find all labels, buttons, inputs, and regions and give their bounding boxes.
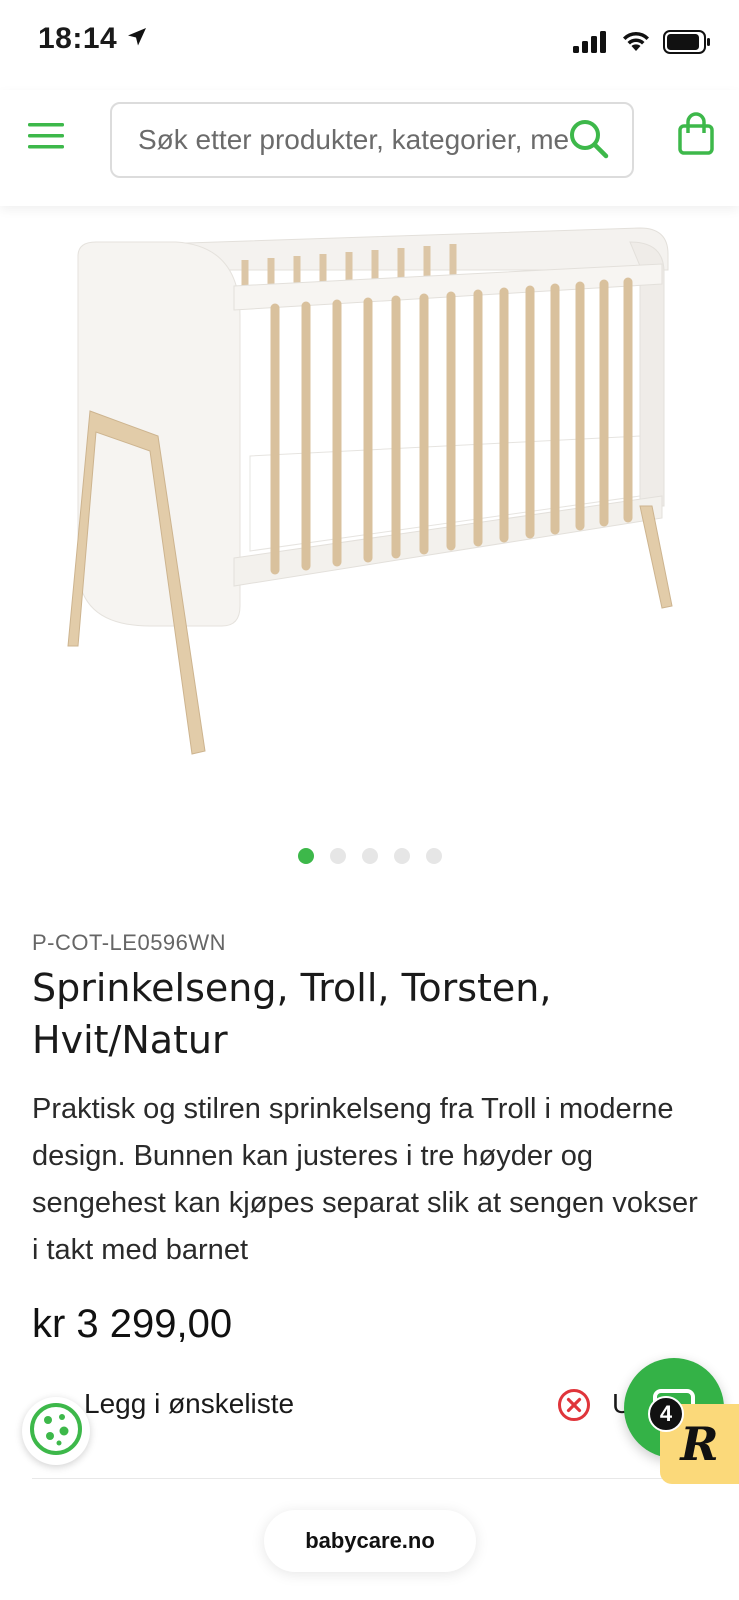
close-circle-icon[interactable]: [557, 1388, 591, 1422]
browser-url-pill[interactable]: babycare.no: [264, 1510, 476, 1572]
location-arrow-icon: [125, 25, 149, 54]
cookie-settings-button[interactable]: [22, 1397, 90, 1465]
wifi-icon: [621, 31, 651, 58]
carousel-dot-4[interactable]: [393, 848, 410, 864]
hamburger-menu-icon[interactable]: [26, 118, 66, 154]
product-gallery[interactable]: [0, 206, 739, 826]
status-time-group: 18:14: [38, 22, 149, 56]
shopping-bag-icon[interactable]: [677, 112, 715, 156]
reward-logo: R: [680, 1417, 719, 1471]
carousel-dot-2[interactable]: [329, 848, 346, 864]
product-sku: P-COT-LE0596WN: [32, 930, 227, 955]
site-header: [0, 90, 739, 206]
carousel-dots: [0, 848, 739, 864]
cellular-signal-icon: [573, 31, 609, 58]
search-icon[interactable]: [568, 118, 610, 160]
status-bar: 18:14: [0, 0, 739, 90]
carousel-dot-1[interactable]: [297, 848, 314, 864]
product-description: Praktisk og stilren sprinkelseng fra Tro…: [32, 1093, 698, 1266]
carousel-dot-3[interactable]: [361, 848, 378, 864]
status-icons: [573, 30, 711, 59]
search-input[interactable]: [138, 104, 568, 176]
carousel-dot-5[interactable]: [425, 848, 442, 864]
divider: [32, 1478, 708, 1479]
wishlist-label: Legg i ønskeliste: [84, 1388, 295, 1419]
product-price: kr 3 299,00: [32, 1302, 233, 1346]
product-title: Sprinkelseng, Troll, Torsten, Hvit/Natur: [32, 966, 552, 1062]
product-image: [67, 227, 673, 755]
cookie-icon: [28, 1401, 84, 1462]
status-time: 18:14: [38, 22, 118, 55]
reward-count-badge: 4: [648, 1396, 684, 1432]
search-box: [110, 102, 634, 178]
battery-icon: [663, 30, 711, 59]
url-text: babycare.no: [305, 1528, 435, 1553]
